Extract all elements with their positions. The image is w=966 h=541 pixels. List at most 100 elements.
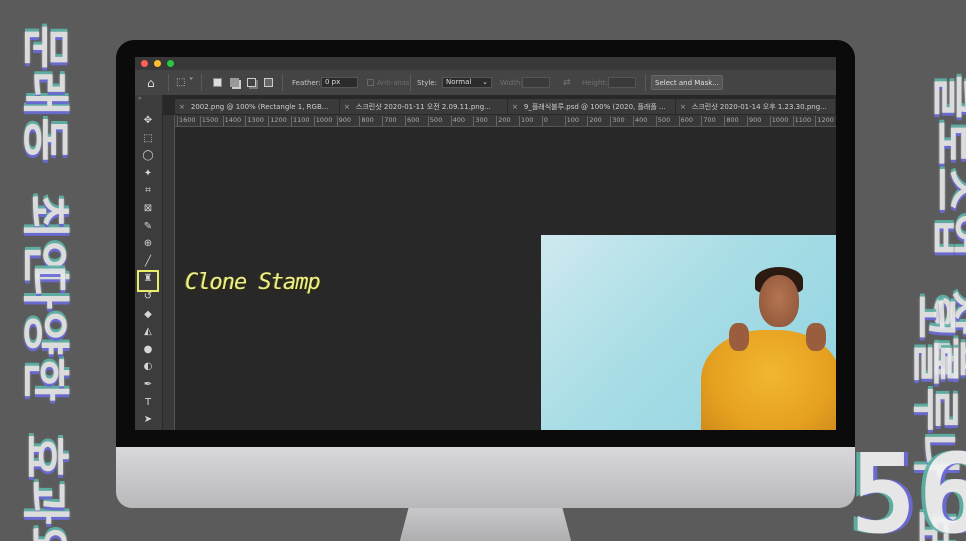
tab-label: 스크린샷 2020-01-11 오전 2.09.11.png... [355,102,491,111]
style-select[interactable]: Normal ⌄ [442,77,492,88]
select-and-mask-button[interactable]: Select and Mask... [651,75,723,90]
ruler-tick-label: 100 [564,116,580,126]
eraser-tool-icon[interactable]: ◆ [140,307,156,322]
crop-tool-icon[interactable]: ⌗ [140,183,156,198]
ruler-tick-label: 600 [678,116,694,126]
anti-alias-label: Anti-alias [377,78,410,87]
pen-tool-icon[interactable]: ✒ [140,377,156,392]
photo-face [759,275,799,327]
width-label: Width: [500,78,523,87]
lasso-tool-icon[interactable]: ◯ [140,148,156,163]
document-tabs: × 2002.png @ 100% (Rectangle 1, RGB... × 스… [175,99,836,114]
background-text-left-bottom: 다양한 효과와 함께 [17,265,73,541]
height-input[interactable] [608,77,636,88]
divider [410,74,411,91]
ruler-tick-label: 500 [427,116,443,126]
horizontal-ruler: 1600 1500 1400 1300 1200 1100 1000 900 800 700 600… [175,115,836,127]
move-tool-icon[interactable]: ✥ [140,113,156,128]
monitor-stand [398,508,573,541]
background-text-right-top: 클로즈업 상품 [927,75,966,383]
divider [168,74,169,91]
height-label: Height: [582,78,608,87]
ruler-tick-label: 1100 [792,116,812,126]
collapse-panel-icon[interactable]: » [138,95,142,102]
vertical-ruler [163,115,175,430]
photoshop-window: ⌂ ⬚ ˅ Feather: 0 px Anti-alias Style: No… [135,57,836,430]
ruler-tick-label: 1600 [177,116,196,126]
intersect-selection-icon[interactable] [264,70,273,95]
ruler-tick-label: 700 [701,116,716,126]
document-image[interactable] [541,235,836,430]
paint-bucket-tool-icon[interactable]: ◭ [140,324,156,339]
chevron-down-icon: ⌄ [482,78,488,86]
marquee-preset-icon[interactable]: ⬚ ˅ [176,70,194,95]
new-selection-icon[interactable] [213,70,224,95]
ruler-tick-label: 0 [541,116,548,126]
ruler-tick-label: 900 [746,116,762,126]
divider [645,74,646,91]
ruler-tick-label: 300 [473,116,488,126]
path-selection-tool-icon[interactable]: ➤ [140,412,156,427]
document-tab[interactable]: × 2002.png @ 100% (Rectangle 1, RGB... [175,99,340,114]
subtract-selection-icon[interactable] [247,70,256,95]
ruler-tick-label: 800 [359,116,374,126]
ruler-tick-label: 1500 [199,116,219,126]
close-tab-icon[interactable]: × [512,103,518,111]
style-select-value: Normal [446,78,472,86]
ruler-tick-label: 700 [382,116,397,126]
blur-tool-icon[interactable]: ● [140,342,156,357]
ruler-tick-label: 600 [404,116,420,126]
tab-label: 2002.png @ 100% (Rectangle 1, RGB... [190,102,329,111]
healing-brush-tool-icon[interactable]: ⊕ [140,236,156,251]
magic-wand-tool-icon[interactable]: ✦ [140,166,156,181]
zoom-window-button[interactable] [167,60,174,67]
close-tab-icon[interactable]: × [344,103,350,111]
brush-tool-icon[interactable]: ╱ [140,254,156,269]
ruler-tick-label: 500 [655,116,671,126]
divider [201,74,202,91]
anti-alias-checkbox[interactable]: Anti-alias [367,70,410,95]
ruler-tick-label: 300 [610,116,625,126]
ruler-tick-label: 800 [724,116,739,126]
ruler-tick-label: 200 [587,116,602,126]
type-tool-icon[interactable]: T [140,395,156,410]
marquee-tool-icon[interactable]: ⬚ [140,131,156,146]
minimize-window-button[interactable] [154,60,161,67]
tab-label: 9_플래식블루.psd @ 100% (2020, 플래플 ... [523,102,666,111]
style-label: Style: [417,78,437,87]
close-tab-icon[interactable]: × [179,103,185,111]
feather-label: Feather: [292,78,321,87]
tools-panel: » ✥ ⬚ ◯ ✦ ⌗ ⊠ ✎ ⊕ ╱ ♜ ↺ ◆ ◭ ● ◐ ✒ T ➤ [135,95,163,430]
ruler-tick-label: 1400 [222,116,242,126]
document-tab[interactable]: × 스크린샷 2020-01-11 오전 2.09.11.png... [340,99,508,114]
photo-hand [806,323,826,351]
eyedropper-tool-icon[interactable]: ✎ [140,219,156,234]
document-tab[interactable]: × 스크린샷 2020-01-14 오후 1.23.30.png... [676,99,836,114]
ruler-tick-label: 200 [496,116,511,126]
frame-tool-icon[interactable]: ⊠ [140,201,156,216]
ruler-tick-label: 1000 [313,116,333,126]
document-tab[interactable]: × 9_플래식블루.psd @ 100% (2020, 플래플 ... [508,99,676,114]
photo-hand [729,323,749,351]
ruler-tick-label: 900 [336,116,352,126]
divider [282,74,283,91]
close-window-button[interactable] [141,60,148,67]
ruler-tick-label: 1300 [245,116,264,126]
ruler-tick-label: 400 [632,116,648,126]
tab-label: 스크린샷 2020-01-14 오후 1.23.30.png... [691,102,827,111]
monitor-chin [116,447,855,508]
home-icon[interactable]: ⌂ [147,70,155,95]
background-big-number: 56 [850,430,966,541]
clone-stamp-highlight [137,270,159,292]
add-selection-icon[interactable] [230,70,239,95]
ruler-tick-label: 1200 [815,116,834,126]
background-text-left-top: 문래동 최인 [17,25,73,287]
ruler-tick-label: 400 [450,116,466,126]
swap-icon[interactable]: ⇄ [563,70,571,95]
ruler-tick-label: 1200 [268,116,287,126]
close-tab-icon[interactable]: × [680,103,686,111]
options-bar: ⌂ ⬚ ˅ Feather: 0 px Anti-alias Style: No… [135,70,836,95]
dodge-tool-icon[interactable]: ◐ [140,359,156,374]
feather-input[interactable]: 0 px [321,77,358,88]
width-input[interactable] [522,77,550,88]
